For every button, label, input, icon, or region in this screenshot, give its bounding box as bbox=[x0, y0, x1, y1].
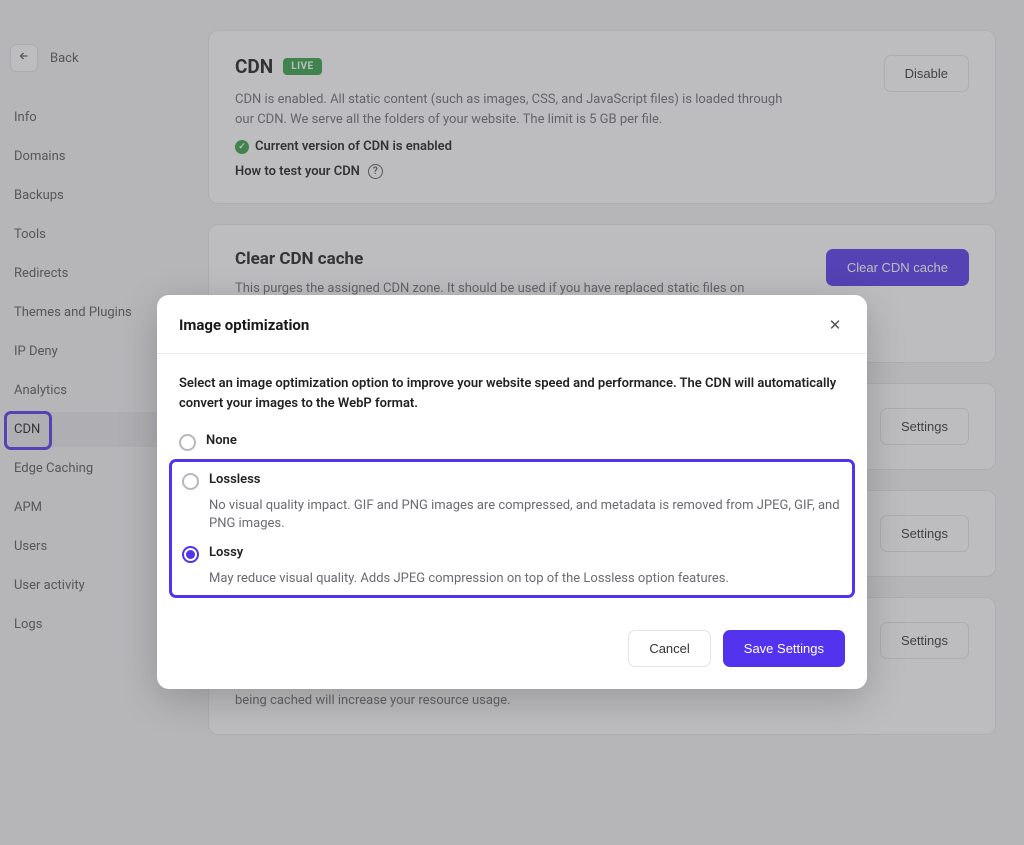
highlighted-options: Lossless No visual quality impact. GIF a… bbox=[169, 459, 855, 598]
option-none[interactable]: None bbox=[179, 429, 845, 455]
option-lossless-help: No visual quality impact. GIF and PNG im… bbox=[209, 497, 844, 533]
image-optimization-modal: Image optimization ✕ Select an image opt… bbox=[157, 295, 867, 689]
save-settings-button[interactable]: Save Settings bbox=[723, 630, 845, 667]
option-lossy[interactable]: Lossy bbox=[180, 541, 844, 567]
modal-footer: Cancel Save Settings bbox=[157, 608, 867, 689]
modal-description: Select an image optimization option to i… bbox=[179, 374, 845, 413]
option-lossy-label: Lossy bbox=[209, 545, 243, 560]
option-lossy-help: May reduce visual quality. Adds JPEG com… bbox=[209, 570, 844, 588]
modal-title: Image optimization bbox=[179, 316, 309, 334]
modal-header: Image optimization ✕ bbox=[157, 295, 867, 354]
cancel-button[interactable]: Cancel bbox=[628, 630, 710, 667]
modal-overlay: Image optimization ✕ Select an image opt… bbox=[0, 0, 1024, 845]
close-button[interactable]: ✕ bbox=[825, 315, 845, 335]
radio-lossless[interactable] bbox=[182, 473, 199, 490]
option-none-label: None bbox=[206, 433, 237, 448]
radio-none[interactable] bbox=[179, 434, 196, 451]
option-lossless[interactable]: Lossless bbox=[180, 468, 844, 494]
modal-body: Select an image optimization option to i… bbox=[157, 354, 867, 608]
radio-lossy[interactable] bbox=[182, 546, 199, 563]
option-lossless-label: Lossless bbox=[209, 472, 261, 487]
close-icon: ✕ bbox=[829, 316, 842, 334]
